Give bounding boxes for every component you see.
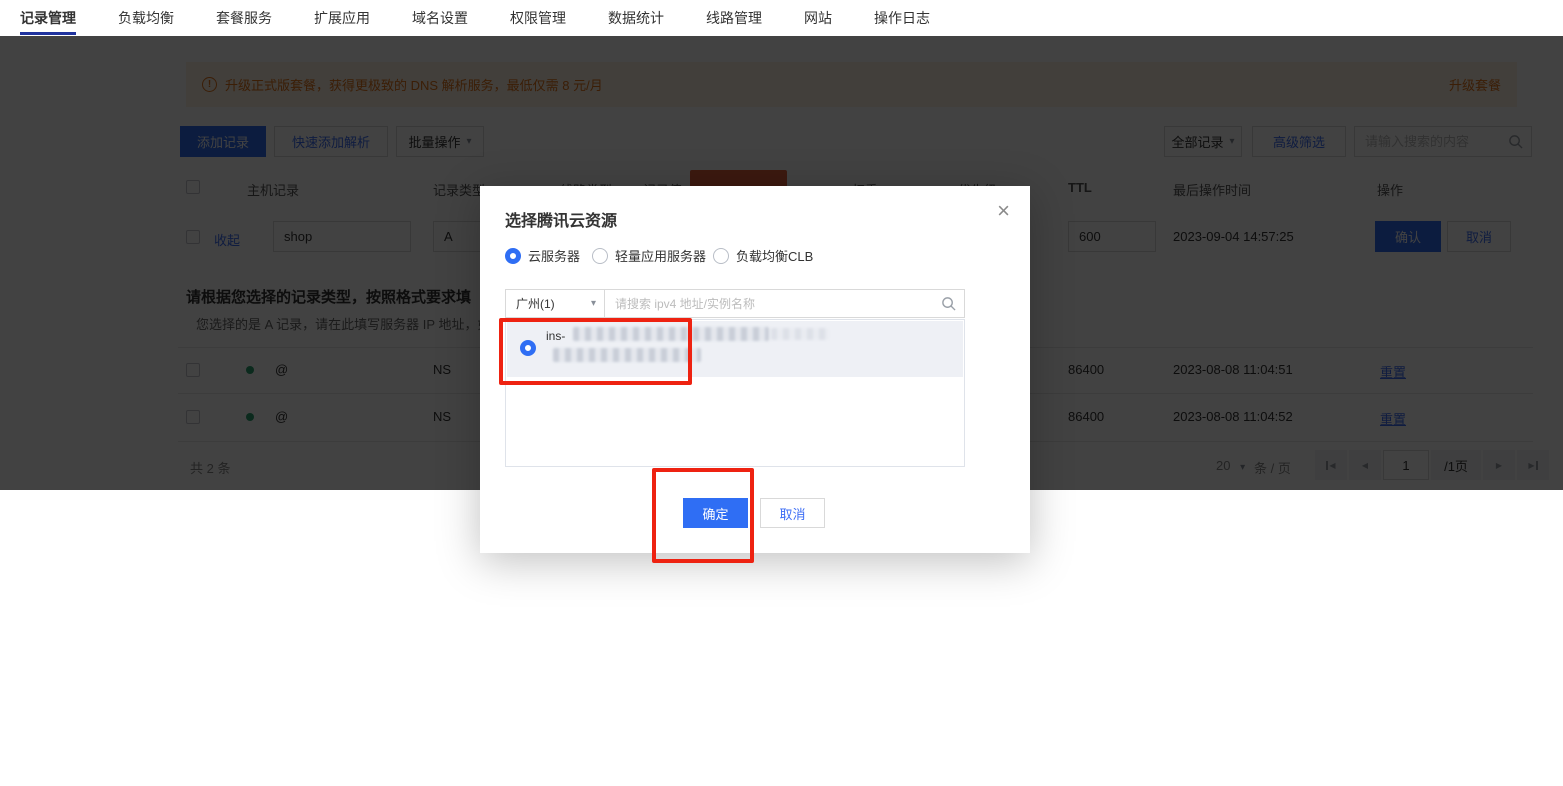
- tab-label: 权限管理: [510, 8, 566, 28]
- resource-type-label: 云服务器: [528, 246, 580, 265]
- region-select[interactable]: 广州(1) ▾: [505, 289, 605, 318]
- search-icon: [941, 296, 956, 311]
- tab-label: 负载均衡: [118, 8, 174, 28]
- region-value: 广州(1): [516, 295, 555, 312]
- redacted-instance-info: [771, 328, 829, 340]
- tab-load-balance[interactable]: 负载均衡: [118, 0, 174, 36]
- close-icon[interactable]: ×: [997, 200, 1010, 222]
- instance-id-prefix: ins-: [546, 329, 565, 343]
- resource-type-clb[interactable]: 负载均衡CLB: [713, 246, 813, 265]
- tab-label: 数据统计: [608, 8, 664, 28]
- radio-selected-icon: [505, 248, 521, 264]
- radio-unselected-icon: [592, 248, 608, 264]
- tab-label: 扩展应用: [314, 8, 370, 28]
- select-cloud-resource-modal: 选择腾讯云资源 × 云服务器 轻量应用服务器 负载均衡CLB 广州(1) ▾ i…: [480, 186, 1030, 553]
- resource-type-label: 轻量应用服务器: [615, 246, 706, 265]
- dns-record-management-page: 记录管理 负载均衡 套餐服务 扩展应用 域名设置 权限管理 数据统计 线路管理 …: [0, 0, 1563, 786]
- redacted-instance-ip: [553, 348, 701, 362]
- tab-label: 操作日志: [874, 8, 930, 28]
- tab-statistics[interactable]: 数据统计: [608, 0, 664, 36]
- instance-search-box: [604, 289, 965, 318]
- tab-package-service[interactable]: 套餐服务: [216, 0, 272, 36]
- tab-line-management[interactable]: 线路管理: [706, 0, 762, 36]
- resource-type-cvm[interactable]: 云服务器: [505, 246, 580, 265]
- tab-label: 域名设置: [412, 8, 468, 28]
- top-nav: 记录管理 负载均衡 套餐服务 扩展应用 域名设置 权限管理 数据统计 线路管理 …: [0, 0, 1563, 36]
- tab-label: 网站: [804, 8, 832, 28]
- modal-title: 选择腾讯云资源: [505, 207, 617, 231]
- modal-cancel-button[interactable]: 取消: [760, 498, 825, 528]
- radio-selected-icon: [520, 340, 536, 356]
- redacted-instance-id: [573, 327, 769, 341]
- tab-label: 线路管理: [706, 8, 762, 28]
- tab-domain-settings[interactable]: 域名设置: [412, 0, 468, 36]
- caret-down-icon: ▾: [591, 298, 596, 309]
- tab-operation-log[interactable]: 操作日志: [874, 0, 930, 36]
- modal-confirm-button[interactable]: 确定: [683, 498, 748, 528]
- tab-extensions[interactable]: 扩展应用: [314, 0, 370, 36]
- instance-search-input[interactable]: [615, 297, 941, 311]
- tab-label: 记录管理: [20, 8, 76, 28]
- resource-type-label: 负载均衡CLB: [736, 246, 813, 265]
- radio-unselected-icon: [713, 248, 729, 264]
- instance-list: ins-: [505, 319, 965, 467]
- instance-list-item[interactable]: ins-: [507, 321, 963, 377]
- tab-record-management[interactable]: 记录管理: [20, 0, 76, 36]
- resource-type-lighthouse[interactable]: 轻量应用服务器: [592, 246, 706, 265]
- tab-label: 套餐服务: [216, 8, 272, 28]
- tab-website[interactable]: 网站: [804, 0, 832, 36]
- tab-permissions[interactable]: 权限管理: [510, 0, 566, 36]
